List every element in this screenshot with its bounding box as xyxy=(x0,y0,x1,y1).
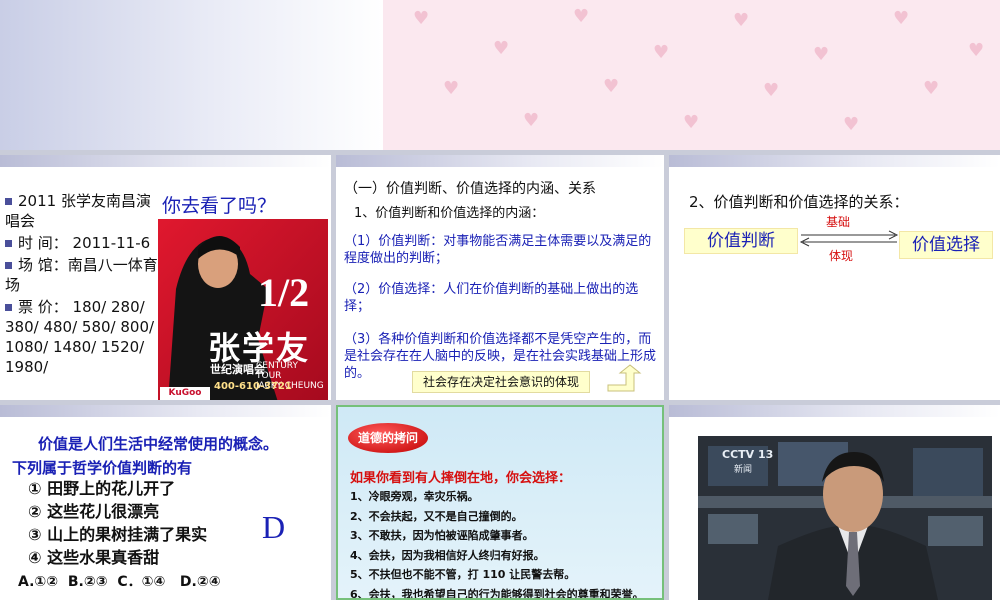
quiz-option: ② 这些花儿很漂亮 xyxy=(28,502,160,521)
heart-icon: ♥ xyxy=(653,42,670,63)
slide-title-bar xyxy=(669,155,1000,167)
heart-icon: ♥ xyxy=(443,78,460,99)
bullet-icon xyxy=(5,262,12,269)
concert-time: 时 间： 2011-11-6 xyxy=(18,234,151,252)
reflection-label: 体现 xyxy=(829,249,854,263)
concept-paragraph-2: （2）价值选择：人们在价值判断的基础上做出的选择； xyxy=(344,282,639,314)
slide-concert[interactable]: 2011 张学友南昌演唱会 时 间： 2011-11-6 场 馆：南昌八一体育场… xyxy=(0,155,331,400)
dilemma-option: 4、会扶，因为我相信好人终归有好报。 xyxy=(350,548,545,562)
channel-subtitle: 新闻 xyxy=(734,465,753,475)
channel-logo: CCTV 13 xyxy=(722,448,774,461)
dilemma-option: 1、冷眼旁观，幸灾乐祸。 xyxy=(350,490,479,503)
heart-icon: ♥ xyxy=(893,8,910,29)
quiz-option: ③ 山上的果树挂满了果实 xyxy=(28,525,208,544)
heart-icon: ♥ xyxy=(573,6,590,27)
concept-paragraph-1: （1）价值判断：对事物能否满足主体需要以及满足的程度做出的判断； xyxy=(344,234,652,266)
callout-box: 社会存在决定社会意识的体现 xyxy=(412,371,590,393)
concert-poster: 1/2 张学友 世纪演唱会 CENTURY TOUR JACKY CHEUNG … xyxy=(158,219,328,400)
top-left-gradient-area xyxy=(0,0,383,150)
slide-concept[interactable]: （一）价值判断、价值选择的内涵、关系 1、价值判断和价值选择的内涵： （1）价值… xyxy=(336,155,664,400)
concert-price: 票 价： 180/ 280/ 380/ 480/ 580/ 800/ 1080/… xyxy=(5,298,155,376)
quiz-option: ① 田野上的花儿开了 xyxy=(28,479,176,498)
heart-icon: ♥ xyxy=(813,44,830,65)
concert-title: 2011 张学友南昌演唱会 xyxy=(5,192,151,230)
basis-label: 基础 xyxy=(826,215,851,229)
slide-relation[interactable]: 2、价值判断和价值选择的关系： 价值判断 价值选择 基础 体现 xyxy=(669,155,1000,400)
list-item: 时 间： 2011-11-6 xyxy=(5,233,163,253)
quiz-answer: D xyxy=(262,509,286,545)
poster-phone: 400-610-3721 xyxy=(214,381,292,392)
concert-info-list: 2011 张学友南昌演唱会 时 间： 2011-11-6 场 馆：南昌八一体育场… xyxy=(5,191,163,379)
relation-heading: 2、价值判断和价值选择的关系： xyxy=(689,193,909,211)
heart-icon: ♥ xyxy=(968,40,985,61)
quiz-choices: A.①② B.②③ C．①④ D.②④ xyxy=(18,574,221,590)
list-item: 票 价： 180/ 280/ 380/ 480/ 580/ 800/ 1080/… xyxy=(5,297,163,377)
dilemma-question: 如果你看到有人摔倒在地，你会选择： xyxy=(350,471,572,486)
slide-question: 你去看了吗？ xyxy=(162,195,277,217)
slide-title-bar xyxy=(0,405,331,417)
list-item: 场 馆：南昌八一体育场 xyxy=(5,255,163,295)
quiz-question: 下列属于哲学价值判断的有 xyxy=(12,459,193,477)
value-choice-box: 价值选择 xyxy=(899,231,993,259)
heart-icon: ♥ xyxy=(413,8,430,29)
slide-title-bar xyxy=(669,405,1000,417)
bullet-icon xyxy=(5,240,12,247)
heart-icon: ♥ xyxy=(733,10,750,31)
slide-title-bar xyxy=(0,155,331,167)
concert-venue: 场 馆：南昌八一体育场 xyxy=(5,256,158,294)
poster-fraction: 1/2 xyxy=(258,270,310,315)
dilemma-badge-text: 道德的拷问 xyxy=(358,431,419,445)
heart-icon: ♥ xyxy=(923,78,940,99)
slide-title-bar xyxy=(336,155,664,167)
pink-hearts-background: ♥ ♥ ♥ ♥ ♥ ♥ ♥ ♥ ♥ ♥ ♥ ♥ ♥ ♥ ♥ xyxy=(383,0,1000,150)
heart-icon: ♥ xyxy=(683,112,700,133)
concept-heading: （一）价值判断、价值选择的内涵、关系 xyxy=(344,181,596,197)
value-judgment-box: 价值判断 xyxy=(684,228,798,254)
dilemma-option: 2、不会扶起，又不是自己撞倒的。 xyxy=(350,509,523,523)
double-arrow-icon xyxy=(799,230,899,247)
slide-dilemma[interactable]: 道德的拷问 如果你看到有人摔倒在地，你会选择： 1、冷眼旁观，幸灾乐祸。 2、不… xyxy=(336,405,664,600)
bullet-icon xyxy=(5,198,12,205)
poster-brand-logo: KuGoo xyxy=(160,387,210,400)
dilemma-option: 6、会扶，我也希望自己的行为能够得到社会的尊重和荣誉。 xyxy=(350,587,644,600)
heart-icon: ♥ xyxy=(763,80,780,101)
slide-quiz[interactable]: 价值是人们生活中经常使用的概念。 下列属于哲学价值判断的有 ① 田野上的花儿开了… xyxy=(0,405,331,600)
quiz-option: ④ 这些水果真香甜 xyxy=(28,548,160,567)
bullet-icon xyxy=(5,304,12,311)
heart-icon: ♥ xyxy=(493,38,510,59)
heart-icon: ♥ xyxy=(603,76,620,97)
dilemma-option: 3、不敢扶，因为怕被诬陷成肇事者。 xyxy=(350,529,534,542)
list-item: 2011 张学友南昌演唱会 xyxy=(5,191,163,231)
quiz-intro: 价值是人们生活中经常使用的概念。 xyxy=(38,435,279,453)
callout-arrow-icon xyxy=(607,364,642,392)
news-video-frame: CCTV 13 新闻 xyxy=(698,436,992,600)
heart-icon: ♥ xyxy=(843,114,860,135)
poster-tour-en-line: CENTURY TOUR xyxy=(256,361,298,381)
heart-icon: ♥ xyxy=(523,110,540,131)
concept-subheading: 1、价值判断和价值选择的内涵： xyxy=(354,206,545,221)
dilemma-options: 1、冷眼旁观，幸灾乐祸。 2、不会扶起，又不是自己撞倒的。 3、不敢扶，因为怕被… xyxy=(350,487,644,600)
quiz-options: ① 田野上的花儿开了 ② 这些花儿很漂亮 ③ 山上的果树挂满了果实 ④ 这些水果… xyxy=(28,477,207,569)
dilemma-option: 5、不扶但也不能不管，打 110 让民警去帮。 xyxy=(350,568,576,581)
